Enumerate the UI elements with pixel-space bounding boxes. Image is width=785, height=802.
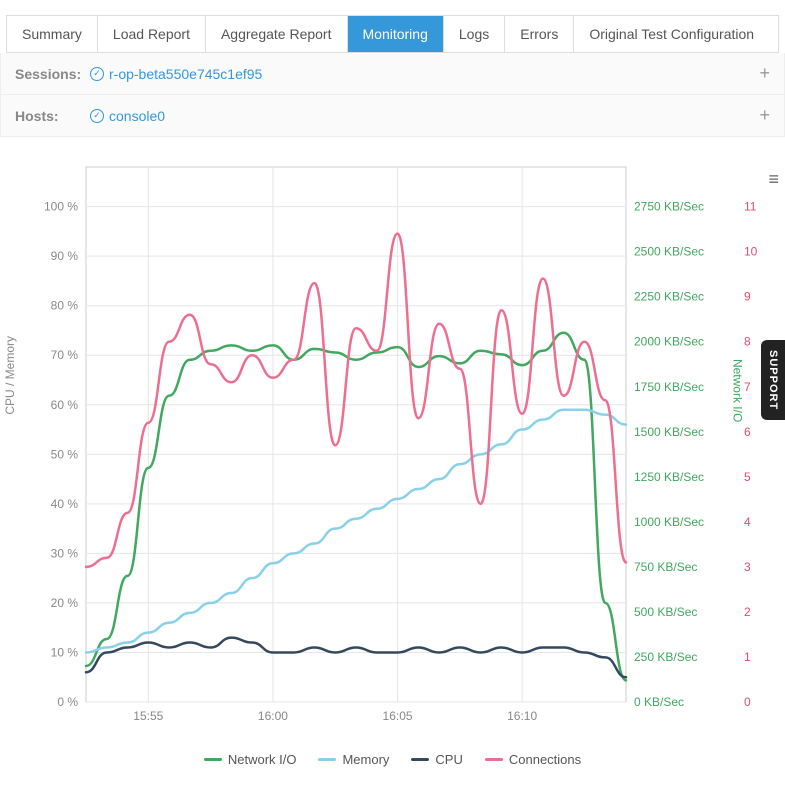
tab-load-report[interactable]: Load Report xyxy=(98,16,206,52)
svg-text:750 KB/Sec: 750 KB/Sec xyxy=(634,560,697,574)
check-icon: ✓ xyxy=(90,67,104,81)
legend-swatch xyxy=(485,758,503,761)
hosts-value[interactable]: ✓ console0 xyxy=(90,108,165,124)
legend-swatch xyxy=(411,758,429,761)
hosts-label: Hosts: xyxy=(15,108,90,124)
legend-label: Memory xyxy=(342,752,389,767)
hosts-row: Hosts: ✓ console0 + xyxy=(0,95,785,137)
svg-text:0 KB/Sec: 0 KB/Sec xyxy=(634,695,684,709)
tab-monitoring[interactable]: Monitoring xyxy=(348,16,444,52)
tab-logs[interactable]: Logs xyxy=(444,16,505,52)
svg-text:50 %: 50 % xyxy=(51,447,79,461)
svg-text:40 %: 40 % xyxy=(51,497,79,511)
svg-text:1250 KB/Sec: 1250 KB/Sec xyxy=(634,470,704,484)
svg-text:70 %: 70 % xyxy=(51,348,79,362)
chart-legend: Network I/O Memory CPU Connections xyxy=(0,752,785,767)
svg-text:4: 4 xyxy=(744,515,751,529)
svg-text:11: 11 xyxy=(744,200,757,214)
tabs-bar: SummaryLoad ReportAggregate ReportMonito… xyxy=(6,15,779,53)
legend-label: Network I/O xyxy=(228,752,297,767)
tab-original-test-configuration[interactable]: Original Test Configuration xyxy=(574,16,769,52)
tab-aggregate-report[interactable]: Aggregate Report xyxy=(206,16,348,52)
svg-text:0: 0 xyxy=(744,695,751,709)
svg-text:16:00: 16:00 xyxy=(258,709,288,723)
svg-text:16:05: 16:05 xyxy=(383,709,413,723)
support-button[interactable]: SUPPORT xyxy=(761,340,785,420)
legend-label: CPU xyxy=(435,752,462,767)
svg-text:9: 9 xyxy=(744,290,751,304)
sessions-value-text: r-op-beta550e745c1ef95 xyxy=(109,66,262,82)
svg-text:16:10: 16:10 xyxy=(507,709,537,723)
sessions-row: Sessions: ✓ r-op-beta550e745c1ef95 + xyxy=(0,53,785,95)
svg-text:60 %: 60 % xyxy=(51,398,79,412)
legend-swatch xyxy=(204,758,222,761)
legend-swatch xyxy=(318,758,336,761)
svg-text:2500 KB/Sec: 2500 KB/Sec xyxy=(634,245,704,259)
svg-text:90 %: 90 % xyxy=(51,249,79,263)
svg-text:30 %: 30 % xyxy=(51,546,79,560)
legend-item-memory[interactable]: Memory xyxy=(318,752,389,767)
monitoring-chart: 0 % 10 % 20 % 30 % 40 % 50 % 60 % 70 % 80 % 90 % 1… xyxy=(0,157,785,737)
svg-text:80 %: 80 % xyxy=(51,299,79,313)
add-session-button[interactable]: + xyxy=(759,63,770,84)
legend-item-cpu[interactable]: CPU xyxy=(411,752,462,767)
legend-item-connections[interactable]: Connections xyxy=(485,752,581,767)
svg-text:10 %: 10 % xyxy=(51,645,79,659)
svg-text:1500 KB/Sec: 1500 KB/Sec xyxy=(634,425,704,439)
svg-text:8: 8 xyxy=(744,335,751,349)
right-axis-title: Network I/O xyxy=(730,359,744,422)
svg-text:2750 KB/Sec: 2750 KB/Sec xyxy=(634,200,704,214)
hosts-value-text: console0 xyxy=(109,108,165,124)
svg-text:0 %: 0 % xyxy=(57,695,78,709)
svg-text:7: 7 xyxy=(744,380,751,394)
svg-text:1: 1 xyxy=(744,650,751,664)
svg-text:20 %: 20 % xyxy=(51,596,79,610)
svg-text:100 %: 100 % xyxy=(44,200,78,214)
add-host-button[interactable]: + xyxy=(759,105,770,126)
chart-menu-icon[interactable]: ≡ xyxy=(768,169,779,190)
svg-text:1750 KB/Sec: 1750 KB/Sec xyxy=(634,380,704,394)
check-icon: ✓ xyxy=(90,109,104,123)
sessions-value[interactable]: ✓ r-op-beta550e745c1ef95 xyxy=(90,66,262,82)
svg-text:500 KB/Sec: 500 KB/Sec xyxy=(634,605,697,619)
tab-summary[interactable]: Summary xyxy=(7,16,98,52)
svg-text:10: 10 xyxy=(744,245,758,259)
left-axis-title: CPU / Memory xyxy=(3,336,17,415)
chart-container: CPU / Memory Network I/O ≡ 0 %10 %20 %30… xyxy=(0,157,785,737)
svg-text:15:55: 15:55 xyxy=(133,709,163,723)
svg-text:2250 KB/Sec: 2250 KB/Sec xyxy=(634,290,704,304)
legend-item-network-i-o[interactable]: Network I/O xyxy=(204,752,297,767)
svg-text:1000 KB/Sec: 1000 KB/Sec xyxy=(634,515,704,529)
tab-errors[interactable]: Errors xyxy=(505,16,574,52)
svg-text:5: 5 xyxy=(744,470,751,484)
svg-text:3: 3 xyxy=(744,560,751,574)
svg-text:2: 2 xyxy=(744,605,751,619)
svg-text:250 KB/Sec: 250 KB/Sec xyxy=(634,650,697,664)
legend-label: Connections xyxy=(509,752,581,767)
sessions-label: Sessions: xyxy=(15,66,90,82)
svg-text:6: 6 xyxy=(744,425,751,439)
svg-text:2000 KB/Sec: 2000 KB/Sec xyxy=(634,335,704,349)
